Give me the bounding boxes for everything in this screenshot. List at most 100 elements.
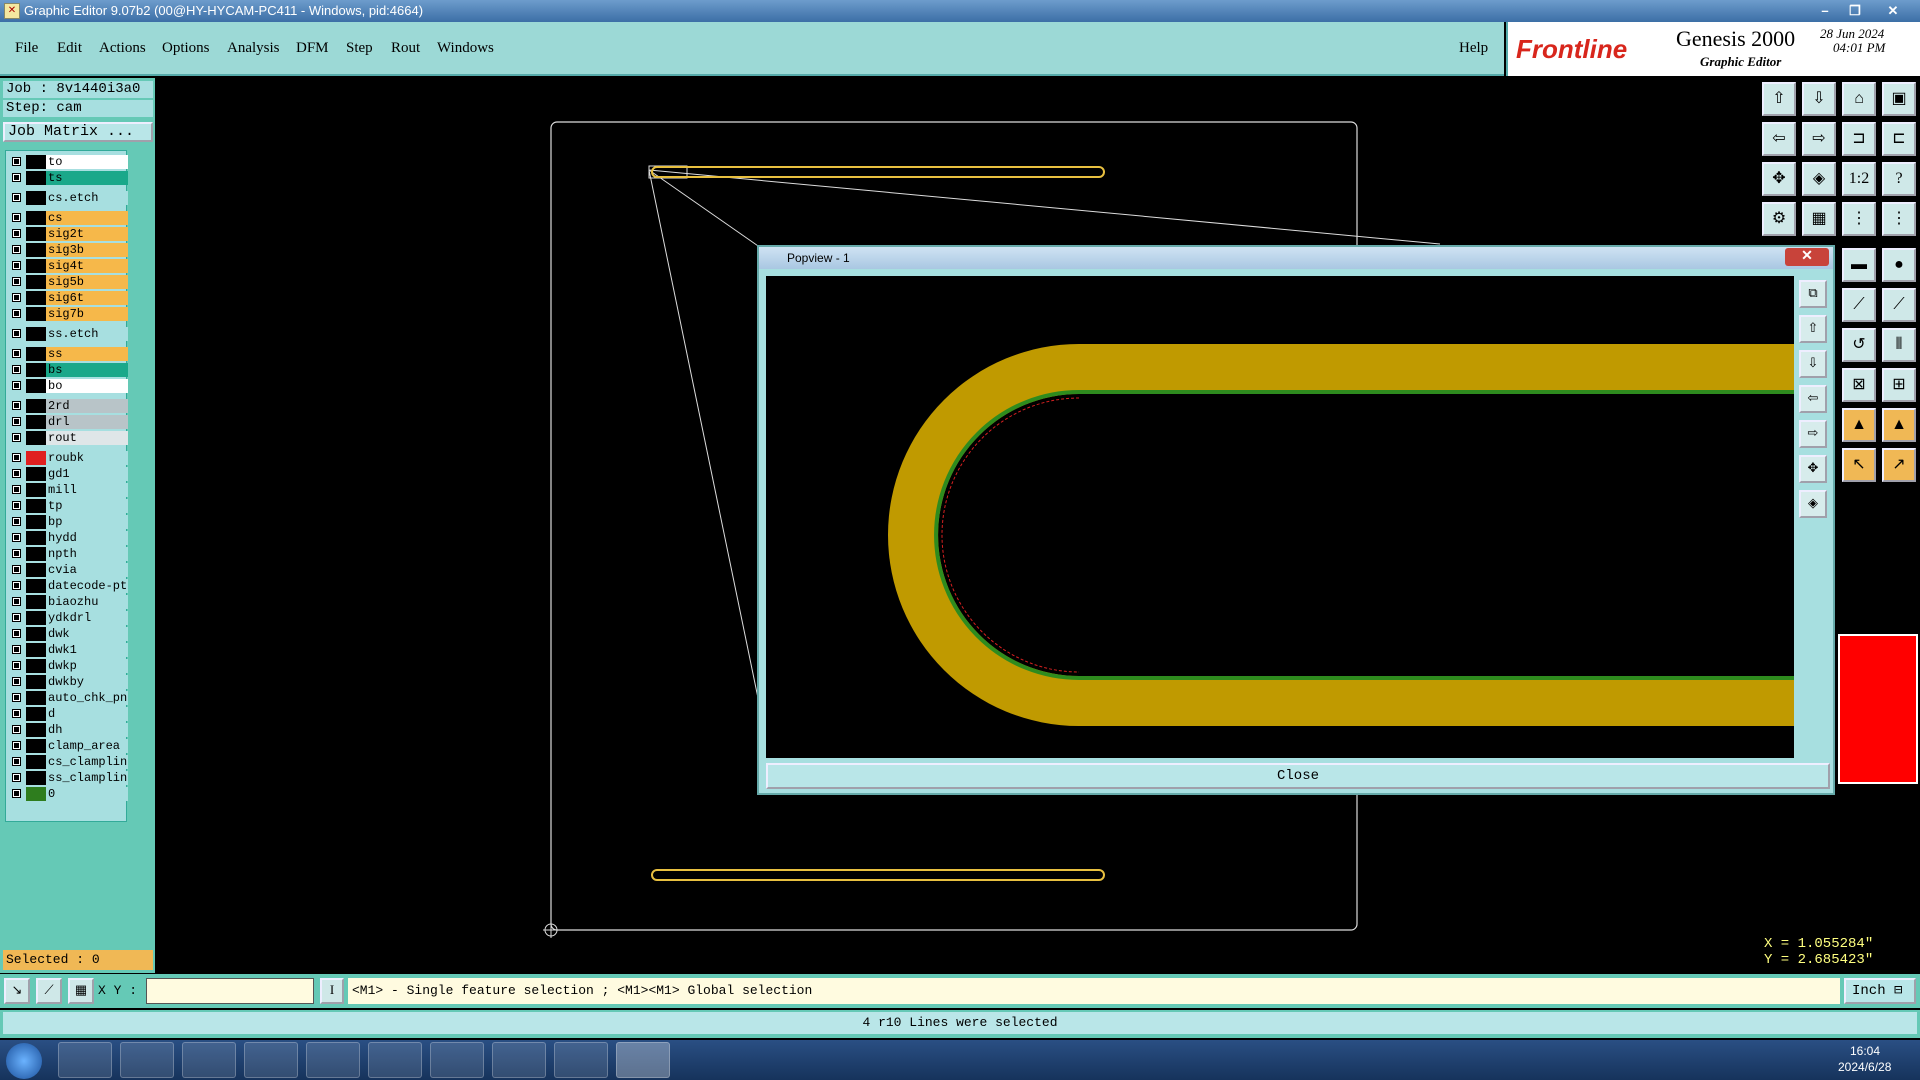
layer-name[interactable]: hydd — [46, 531, 128, 545]
pv-pan-right-icon[interactable]: ⇨ — [1799, 420, 1827, 448]
rotate-icon[interactable]: ↺ — [1842, 328, 1876, 362]
layer-name[interactable]: bs — [46, 363, 128, 377]
layer-name[interactable]: tp — [46, 499, 128, 513]
zoom-up-icon[interactable]: ⇧ — [1762, 82, 1796, 116]
layer-color-swatch[interactable] — [26, 739, 46, 753]
layer-row[interactable]: sig6t — [9, 291, 128, 305]
layer-row[interactable]: cvia — [9, 563, 128, 577]
layer-row[interactable]: ydkdrl — [9, 611, 128, 625]
layer-row[interactable]: sig5b — [9, 275, 128, 289]
bracket-out-icon[interactable]: ⊏ — [1882, 122, 1916, 156]
text-a-icon[interactable]: ▲ — [1842, 408, 1876, 442]
layer-row[interactable]: sig2t — [9, 227, 128, 241]
layer-color-swatch[interactable] — [26, 431, 46, 445]
notepad-icon[interactable] — [120, 1042, 174, 1078]
fit-icon[interactable]: ✥ — [1762, 162, 1796, 196]
layer-name[interactable]: auto_chk_pnl — [46, 691, 128, 705]
box-b-icon[interactable]: ⊞ — [1882, 368, 1916, 402]
layer-row[interactable]: cs_clampline — [9, 755, 128, 769]
layer-color-swatch[interactable] — [26, 611, 46, 625]
layer-name[interactable]: roubk — [46, 451, 128, 465]
layer-name[interactable]: drl — [46, 415, 128, 429]
layer-color-swatch[interactable] — [26, 467, 46, 481]
layer-name[interactable]: dwk — [46, 627, 128, 641]
layer-color-swatch[interactable] — [26, 259, 46, 273]
layer-row[interactable]: dwk — [9, 627, 128, 641]
layer-name[interactable]: d — [46, 707, 128, 721]
start-button[interactable] — [6, 1043, 42, 1079]
layers-b-icon[interactable]: ⋮ — [1882, 202, 1916, 236]
layer-name[interactable]: dwk1 — [46, 643, 128, 657]
menu-rout[interactable]: Rout — [391, 40, 420, 57]
frame-icon[interactable]: ▣ — [1882, 82, 1916, 116]
viewer-icon[interactable] — [554, 1042, 608, 1078]
layer-color-swatch[interactable] — [26, 531, 46, 545]
pv-zoom-in-icon[interactable]: ⇧ — [1799, 315, 1827, 343]
layer-row[interactable]: sig7b — [9, 307, 128, 321]
layer-name[interactable]: sig2t — [46, 227, 128, 241]
line-b-icon[interactable]: ⟋ — [1882, 288, 1916, 322]
layer-color-swatch[interactable] — [26, 227, 46, 241]
layer-row[interactable]: bo — [9, 379, 128, 393]
window-title-bar[interactable]: ✕ Graphic Editor 9.07b2 (00@HY-HYCAM-PC41… — [0, 0, 1920, 22]
genesis-task-icon[interactable] — [616, 1042, 670, 1078]
arrow-app-icon[interactable] — [244, 1042, 298, 1078]
bracket-in-icon[interactable]: ⊐ — [1842, 122, 1876, 156]
shell-app-icon[interactable] — [58, 1042, 112, 1078]
popview-close-button[interactable]: Close — [766, 763, 1830, 789]
pan-right-icon[interactable]: ⇨ — [1802, 122, 1836, 156]
layer-row[interactable]: clamp_area — [9, 739, 128, 753]
layer-row[interactable]: dwk1 — [9, 643, 128, 657]
layer-row[interactable]: hydd — [9, 531, 128, 545]
layer-name[interactable]: datecode-pte — [46, 579, 128, 593]
pv-pan-left-icon[interactable]: ⇦ — [1799, 385, 1827, 413]
layer-row[interactable]: ts — [9, 171, 128, 185]
pv-popout-icon[interactable]: ⧉ — [1799, 280, 1827, 308]
layer-color-swatch[interactable] — [26, 155, 46, 169]
menu-help[interactable]: Help — [1459, 40, 1488, 57]
layer-row[interactable]: to — [9, 155, 128, 169]
pv-zoom-out-icon[interactable]: ⇩ — [1799, 350, 1827, 378]
layer-row[interactable]: gd1 — [9, 467, 128, 481]
layer-color-swatch[interactable] — [26, 379, 46, 393]
layer-name[interactable]: dwkp — [46, 659, 128, 673]
layer-row[interactable]: rout — [9, 431, 128, 445]
box-a-icon[interactable]: ⊠ — [1842, 368, 1876, 402]
layer-name[interactable]: cs — [46, 211, 128, 225]
layer-color-swatch[interactable] — [26, 363, 46, 377]
units-select[interactable]: Inch ⊟ — [1844, 978, 1916, 1004]
layer-row[interactable]: 2rd — [9, 399, 128, 413]
layers-a-icon[interactable]: ⋮ — [1842, 202, 1876, 236]
help-icon[interactable]: ? — [1882, 162, 1916, 196]
layer-color-swatch[interactable] — [26, 675, 46, 689]
layer-name[interactable]: ts — [46, 171, 128, 185]
layer-row[interactable]: ss.etch — [9, 327, 128, 341]
layer-row[interactable]: roubk — [9, 451, 128, 465]
layer-color-swatch[interactable] — [26, 291, 46, 305]
measure-icon[interactable]: ⟋ — [36, 978, 62, 1004]
word-icon[interactable] — [368, 1042, 422, 1078]
slot-feature-bottom[interactable] — [651, 869, 1105, 881]
layer-row[interactable]: tp — [9, 499, 128, 513]
layer-color-swatch[interactable] — [26, 659, 46, 673]
layer-name[interactable]: cs.etch — [46, 191, 128, 205]
layer-row[interactable]: dwkp — [9, 659, 128, 673]
menu-analysis[interactable]: Analysis — [227, 40, 280, 57]
layer-name[interactable]: sig7b — [46, 307, 128, 321]
layer-color-swatch[interactable] — [26, 515, 46, 529]
layer-name[interactable]: sig5b — [46, 275, 128, 289]
layer-color-swatch[interactable] — [26, 415, 46, 429]
popview-window[interactable]: Popview - 1 ✕ ⧉ ⇧ ⇩ ⇦ ⇨ ✥ ◈ Close — [757, 245, 1835, 795]
layer-row[interactable]: cs.etch — [9, 191, 128, 205]
app-red-icon[interactable] — [182, 1042, 236, 1078]
popview-canvas[interactable] — [766, 276, 1794, 758]
pan-left-icon[interactable]: ⇦ — [1762, 122, 1796, 156]
layer-row[interactable]: npth — [9, 547, 128, 561]
line-a-icon[interactable]: ⟋ — [1842, 288, 1876, 322]
menu-file[interactable]: File — [15, 40, 38, 57]
layer-name[interactable]: bo — [46, 379, 128, 393]
layer-row[interactable]: ss_clampline — [9, 771, 128, 785]
layer-row[interactable]: dh — [9, 723, 128, 737]
layer-color-swatch[interactable] — [26, 643, 46, 657]
text-cursor-icon[interactable]: I — [320, 978, 344, 1004]
